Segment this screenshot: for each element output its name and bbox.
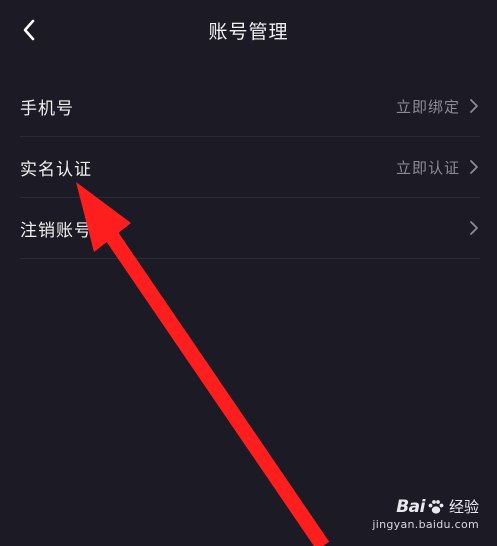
chevron-right-icon [470, 160, 478, 174]
row-real-name-verification[interactable]: 实名认证 立即认证 [20, 137, 480, 198]
settings-list: 手机号 立即绑定 实名认证 立即认证 注销账号 [20, 76, 480, 259]
watermark-url: jingyan.baidu.com [372, 518, 479, 531]
row-phone[interactable]: 手机号 立即绑定 [20, 76, 480, 137]
page-title: 账号管理 [208, 21, 289, 43]
baidu-jingyan-watermark: Bai 经验 jingyan.baidu.com [359, 496, 479, 536]
row-delete-label: 注销账号 [20, 220, 92, 241]
top-bar: 账号管理 [0, 0, 497, 62]
watermark-brand: Bai [396, 496, 425, 517]
row-verification-value: 立即认证 [395, 158, 460, 177]
row-phone-value: 立即绑定 [395, 97, 460, 116]
row-delete-account[interactable]: 注销账号 [20, 198, 480, 259]
row-phone-label: 手机号 [20, 98, 74, 119]
row-verification-label: 实名认证 [20, 159, 92, 180]
paw-icon [428, 499, 444, 514]
chevron-right-icon [470, 99, 478, 113]
watermark-brand-suffix: 经验 [448, 498, 479, 516]
chevron-right-icon [470, 221, 478, 235]
